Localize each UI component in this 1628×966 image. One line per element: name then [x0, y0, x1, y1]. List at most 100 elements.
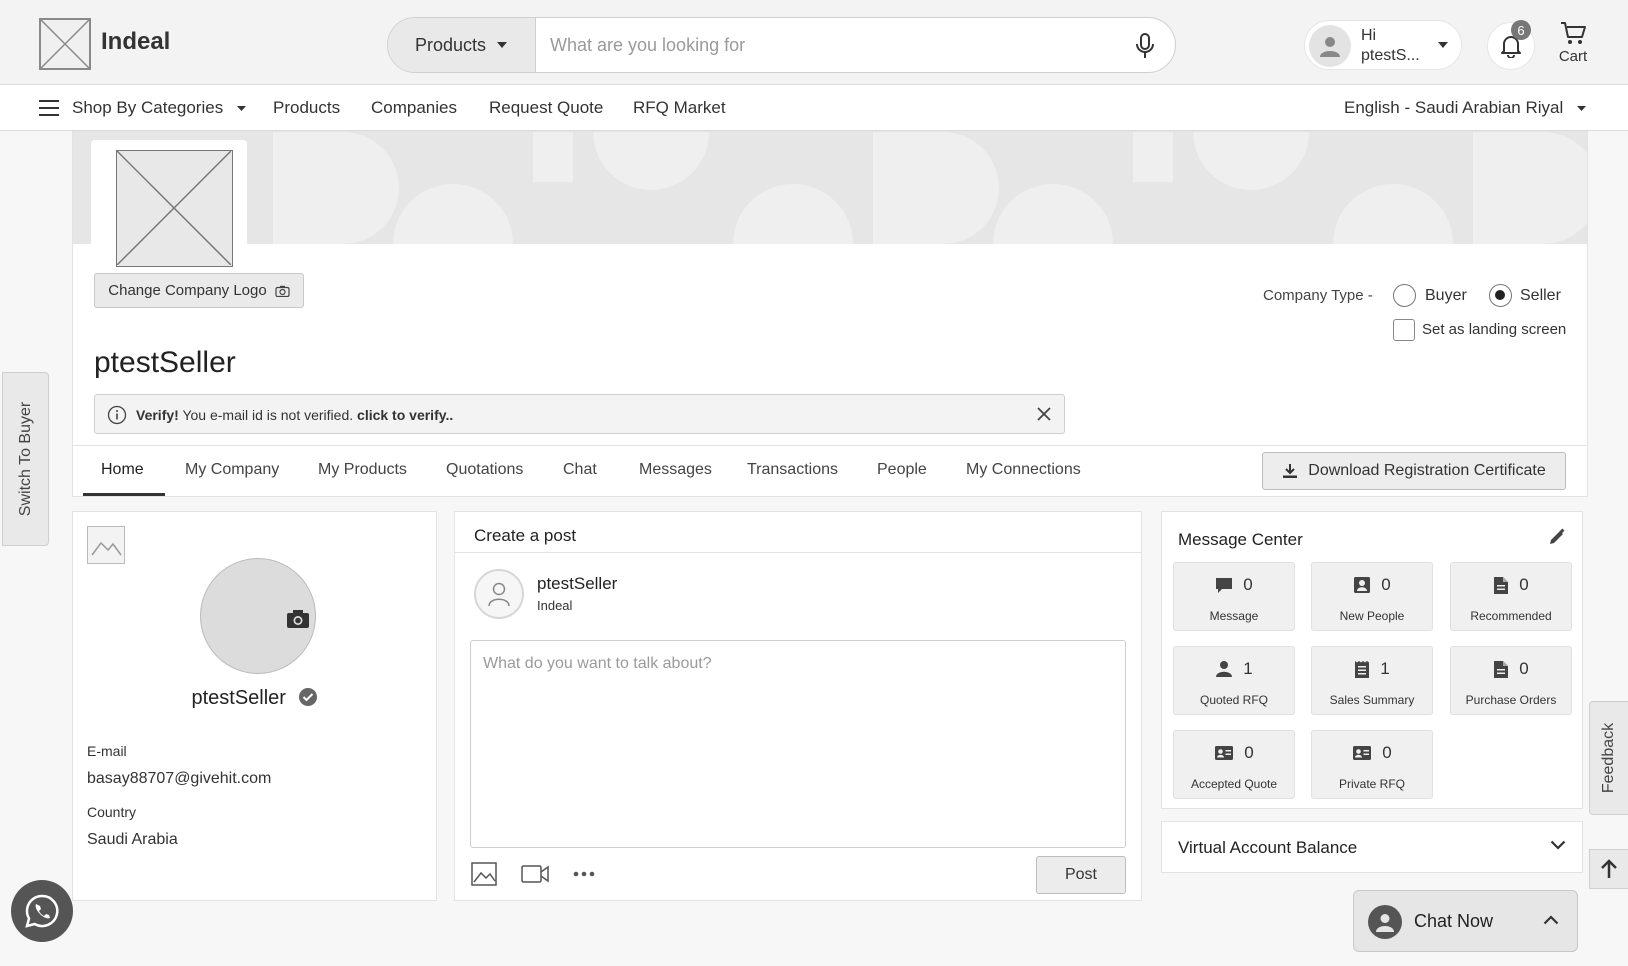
create-post-card: Create a post ptestSeller Indeal Post [454, 511, 1142, 901]
tile-new-people[interactable]: 0 New People [1311, 562, 1433, 631]
tile-message[interactable]: 0 Message [1173, 562, 1295, 631]
country-label: Country [87, 804, 137, 820]
document-icon [1494, 576, 1509, 594]
receipt-icon [1355, 660, 1370, 678]
camera-icon[interactable] [286, 609, 310, 629]
post-user-name: ptestSeller [537, 574, 618, 593]
hamburger-menu-icon[interactable] [39, 100, 59, 116]
tile-label: Accepted Quote [1190, 777, 1278, 791]
download-certificate-label: Download Registration Certificate [1308, 462, 1546, 479]
nav-shop-by-categories[interactable]: Shop By Categories [72, 98, 247, 118]
download-certificate-button[interactable]: Download Registration Certificate [1262, 452, 1566, 490]
chat-now-widget[interactable]: Chat Now [1353, 890, 1578, 952]
camera-icon [275, 285, 290, 297]
category-nav: Shop By Categories Products Companies Re… [0, 85, 1628, 131]
tile-recommended[interactable]: 0 Recommended [1450, 562, 1572, 631]
tab-chat[interactable]: Chat [563, 461, 597, 479]
radio-seller-label: Seller [1520, 287, 1561, 304]
chat-now-label: Chat Now [1414, 911, 1494, 931]
microphone-icon[interactable] [1135, 32, 1155, 60]
logo-placeholder-icon[interactable] [39, 18, 91, 70]
post-toolbar [471, 862, 595, 886]
verify-strong: Verify! [136, 407, 179, 423]
tab-my-company[interactable]: My Company [185, 461, 279, 479]
switch-to-buyer-label: Switch To Buyer [16, 401, 34, 517]
tile-label: Purchase Orders [1465, 693, 1557, 707]
tab-quotations[interactable]: Quotations [446, 461, 523, 479]
feedback-tab[interactable]: Feedback [1589, 701, 1628, 815]
tile-label: Sales Summary [1329, 693, 1415, 707]
caret-down-icon [1576, 106, 1586, 112]
nav-companies[interactable]: Companies [371, 98, 457, 118]
nav-rfq-market[interactable]: RFQ Market [633, 98, 726, 118]
create-post-title: Create a post [474, 526, 577, 545]
more-options-icon[interactable] [573, 871, 595, 877]
post-user-org: Indeal [537, 598, 573, 613]
profile-avatar[interactable] [200, 558, 316, 674]
brand-name[interactable]: Indeal [101, 28, 170, 56]
tab-home[interactable]: Home [101, 461, 144, 479]
tab-my-products[interactable]: My Products [318, 461, 407, 479]
email-label: E-mail [87, 743, 127, 759]
tile-count: 0 [1244, 743, 1254, 762]
radio-buyer[interactable] [1393, 284, 1416, 307]
post-button[interactable]: Post [1036, 856, 1126, 894]
nav-request-quote[interactable]: Request Quote [489, 98, 603, 118]
cart-icon [1561, 22, 1586, 44]
company-logo-placeholder-icon [116, 150, 233, 267]
profile-tabs: Home My Company My Products Quotations C… [73, 445, 1587, 497]
company-name: ptestSeller [94, 346, 236, 379]
tile-purchase-orders[interactable]: 0 Purchase Orders [1450, 646, 1572, 715]
post-textarea[interactable] [470, 640, 1126, 848]
edit-pencil-icon[interactable] [1548, 528, 1566, 546]
nav-products[interactable]: Products [273, 98, 340, 118]
change-company-logo-button[interactable]: Change Company Logo [94, 273, 304, 308]
cart-label: Cart [1558, 48, 1588, 65]
cart-button[interactable]: Cart [1550, 20, 1596, 65]
search-category-select[interactable]: Products [388, 18, 536, 72]
post-user-avatar-icon [474, 569, 524, 619]
tab-my-connections[interactable]: My Connections [966, 461, 1081, 479]
nav-shop-by-categories-label: Shop By Categories [72, 98, 224, 117]
message-center-card: Message Center 0 Message 0 New People 0 … [1161, 511, 1583, 809]
tile-count: 0 [1382, 743, 1392, 762]
cover-banner [73, 132, 1587, 244]
verify-link[interactable]: click to verify.. [357, 407, 453, 423]
tab-messages[interactable]: Messages [639, 461, 712, 479]
image-upload-icon[interactable] [471, 862, 497, 886]
landing-screen-checkbox[interactable] [1393, 319, 1415, 341]
message-icon [1216, 578, 1233, 593]
switch-to-buyer-tab[interactable]: Switch To Buyer [2, 372, 49, 546]
tab-transactions[interactable]: Transactions [747, 461, 838, 479]
user-name: ptestS... [1361, 47, 1420, 64]
tile-count: 0 [1243, 575, 1253, 594]
chat-avatar-icon [1368, 905, 1402, 939]
contact-icon [1354, 577, 1371, 593]
verified-check-icon [298, 688, 317, 706]
change-company-logo-label: Change Company Logo [108, 282, 267, 299]
tile-count: 0 [1381, 575, 1391, 594]
close-icon[interactable] [1036, 406, 1052, 422]
video-upload-icon[interactable] [521, 864, 549, 884]
profile-card: ptestSeller E-mail basay88707@givehit.co… [72, 511, 437, 901]
email-value: basay88707@givehit.com [87, 770, 272, 787]
user-menu[interactable]: Hi ptestS... [1304, 20, 1462, 70]
tile-accepted-quote[interactable]: 0 Accepted Quote [1173, 730, 1295, 799]
search-category-label: Products [414, 34, 487, 55]
tile-label: Quoted RFQ [1199, 693, 1269, 707]
chevron-down-icon [1550, 840, 1566, 850]
company-header-card: Change Company Logo Company Type - Buyer… [72, 131, 1588, 497]
radio-seller[interactable] [1489, 284, 1512, 307]
locale-currency-select[interactable]: English - Saudi Arabian Riyal [1344, 98, 1587, 118]
tab-people[interactable]: People [877, 461, 927, 479]
whatsapp-icon[interactable] [11, 880, 73, 942]
chevron-up-icon [1543, 915, 1559, 925]
image-icon[interactable] [87, 526, 125, 564]
tile-private-rfq[interactable]: 0 Private RFQ [1311, 730, 1433, 799]
tile-quoted-rfq[interactable]: 1 Quoted RFQ [1173, 646, 1295, 715]
virtual-account-balance-accordion[interactable]: Virtual Account Balance [1161, 821, 1583, 873]
search-input[interactable] [550, 18, 1110, 72]
feedback-label: Feedback [1600, 722, 1617, 794]
scroll-to-top-button[interactable] [1589, 849, 1628, 889]
tile-sales-summary[interactable]: 1 Sales Summary [1311, 646, 1433, 715]
